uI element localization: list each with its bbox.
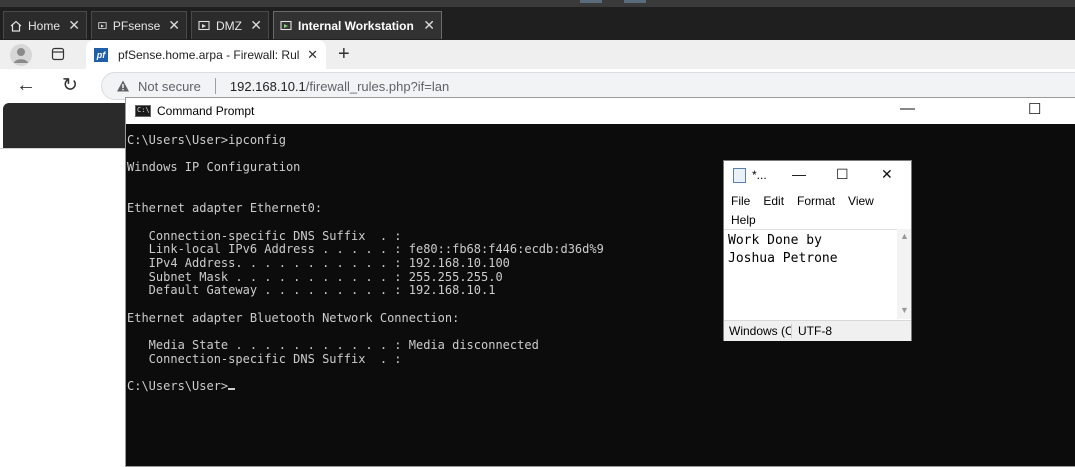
vertical-scrollbar[interactable]: ▲ ▼ <box>897 229 911 319</box>
command-prompt-titlebar[interactable]: C:\ Command Prompt — ☐ <box>126 98 1075 124</box>
console-line: Default Gateway . . . . . . . . . : 192.… <box>127 283 496 298</box>
minimize-icon[interactable]: — <box>792 166 806 182</box>
tab-actions-icon[interactable] <box>51 47 65 61</box>
minimize-icon[interactable]: — <box>900 100 915 117</box>
menu-view[interactable]: View <box>848 192 874 211</box>
address-divider <box>214 78 216 94</box>
vm-tab-home[interactable]: Home ✕ <box>3 11 87 39</box>
vm-tab-label: Home <box>28 18 61 33</box>
vm-icon <box>198 20 210 30</box>
console-line: Ethernet adapter Bluetooth Network Conne… <box>127 310 460 325</box>
window-title: Command Prompt <box>157 104 255 118</box>
maximize-icon[interactable]: ☐ <box>1028 100 1041 118</box>
profile-avatar[interactable] <box>10 44 32 66</box>
notepad-icon <box>733 167 746 183</box>
console-line: Connection-specific DNS Suffix . : <box>127 228 402 243</box>
console-output[interactable]: C:\Users\User>ipconfig Windows IP Config… <box>127 133 604 393</box>
home-icon <box>10 20 22 32</box>
text-cursor <box>228 387 236 390</box>
console-prompt: C:\Users\User> <box>127 378 229 393</box>
vm-tab-internal-workstation[interactable]: Internal Workstation ✕ <box>273 11 442 39</box>
scroll-up-icon[interactable]: ▲ <box>900 231 909 241</box>
divider <box>0 148 128 149</box>
warning-icon[interactable] <box>116 79 130 93</box>
close-icon[interactable]: ✕ <box>307 47 318 63</box>
notepad-text-area[interactable]: Work Done by Joshua Petrone <box>724 229 899 320</box>
back-arrow-icon[interactable]: ← <box>16 74 36 97</box>
vm-tab-label: Internal Workstation <box>298 18 414 33</box>
notepad-window[interactable]: *... — ☐ ✕ File Edit Format View Help Work D… <box>723 160 912 341</box>
url-host: 192.168.10.1 <box>229 78 306 94</box>
console-line: Subnet Mask . . . . . . . . . . . : 255.… <box>127 269 503 284</box>
menu-file[interactable]: File <box>731 192 750 211</box>
person-icon <box>14 48 28 63</box>
console-line: C:\Users\User>ipconfig <box>127 133 286 147</box>
vm-tab-label: DMZ <box>216 18 242 33</box>
menu-help[interactable]: Help <box>731 211 756 230</box>
new-tab-plus-icon[interactable]: + <box>338 43 350 66</box>
line-ending-status: Windows (C <box>724 324 792 338</box>
url-path: /firewall_rules.php?if=lan <box>305 78 450 94</box>
console-line: Link-local IPv6 Address . . . . . : fe80… <box>127 242 604 257</box>
console-icon: C:\ <box>135 105 151 117</box>
address-bar[interactable]: Not secure 192.168.10.1/firewall_rules.p… <box>101 72 1075 100</box>
vm-running-icon <box>280 20 292 30</box>
notepad-titlebar[interactable]: *... — ☐ ✕ <box>724 161 911 189</box>
vm-toolbar-indicator <box>624 0 646 3</box>
command-prompt-window[interactable]: C:\ Command Prompt — ☐ C:\Users\User>ipc… <box>125 97 1075 467</box>
close-icon[interactable]: ✕ <box>423 17 435 34</box>
browser-tab-title: pfSense.home.arpa - Firewall: Rul <box>118 47 300 62</box>
encoding-status: UTF-8 <box>798 324 832 338</box>
not-secure-label[interactable]: Not secure <box>138 79 201 94</box>
page-header-bar <box>3 103 128 148</box>
maximize-icon[interactable]: ☐ <box>836 166 849 183</box>
close-icon[interactable]: ✕ <box>250 17 262 34</box>
vm-tab-dmz[interactable]: DMZ ✕ <box>191 11 269 39</box>
notepad-statusbar: Windows (C UTF-8 <box>724 320 911 341</box>
menu-format[interactable]: Format <box>797 192 835 211</box>
notepad-text[interactable]: Work Done by Joshua Petrone <box>728 232 838 268</box>
reload-icon[interactable]: ↻ <box>62 74 78 97</box>
window-title: *... <box>752 168 767 182</box>
menu-edit[interactable]: Edit <box>763 192 784 211</box>
vm-icon <box>98 21 107 29</box>
close-icon[interactable]: ✕ <box>168 17 180 34</box>
scroll-down-icon[interactable]: ▼ <box>900 305 909 315</box>
close-icon[interactable]: ✕ <box>881 166 893 183</box>
notepad-menubar: File Edit Format View Help <box>731 192 906 230</box>
vm-toolbar-indicator <box>580 0 602 3</box>
browser-tab-pfsense[interactable]: pf pfSense.home.arpa - Firewall: Rul ✕ <box>86 40 326 69</box>
vm-tab-label: PFsense <box>112 18 161 33</box>
console-line: Connection-specific DNS Suffix . : <box>127 351 402 366</box>
console-line: Windows IP Configuration <box>127 160 301 175</box>
vm-tab-pfsense[interactable]: PFsense ✕ <box>91 11 187 39</box>
console-line: Media State . . . . . . . . . . . : Medi… <box>127 337 539 352</box>
console-line: Ethernet adapter Ethernet0: <box>127 201 323 216</box>
pfsense-logo-icon: pf <box>94 47 108 62</box>
vm-toolbar-edge <box>0 0 1075 7</box>
console-line: IPv4 Address. . . . . . . . . . . : 192.… <box>127 255 510 270</box>
close-icon[interactable]: ✕ <box>68 17 80 34</box>
